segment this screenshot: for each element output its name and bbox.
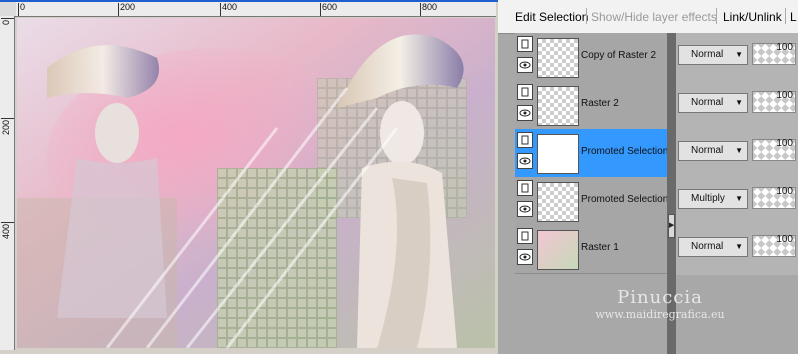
layer-type-icon (517, 84, 533, 100)
ruler-label: 800 (422, 2, 438, 12)
layer-name: Promoted Selection (581, 146, 669, 157)
visibility-eye-icon[interactable] (517, 249, 533, 265)
layer-name: Raster 1 (581, 242, 619, 253)
dropdown-arrow-icon: ▼ (735, 50, 743, 59)
dropdown-arrow-icon: ▼ (735, 98, 743, 107)
layer-name: Raster 2 (581, 98, 619, 109)
layer-type-icon (517, 36, 533, 52)
toolbar-divider (785, 8, 786, 24)
layer-properties-row: Normal ▼ 100 (676, 129, 798, 177)
layer-thumbnail (537, 230, 579, 270)
ruler-label: 0 (1, 20, 11, 26)
dropdown-arrow-icon: ▼ (735, 146, 743, 155)
layer-thumbnail (537, 38, 579, 78)
show-hide-layer-effects-button[interactable]: Show/Hide layer effects (591, 10, 717, 24)
layer-row[interactable]: Raster 1 (515, 225, 667, 274)
ruler-corner (0, 2, 17, 17)
horizontal-ruler[interactable]: 0 200 400 600 800 (16, 2, 496, 17)
layer-row[interactable]: Copy of Raster 2 (515, 33, 667, 82)
opacity-field[interactable]: 100 (752, 90, 796, 113)
ruler-label: 0 (20, 2, 26, 12)
ruler-label: 600 (322, 2, 338, 12)
vertical-ruler[interactable]: 0 200 400 (0, 16, 15, 350)
layer-type-icon (517, 132, 533, 148)
layer-row-selected[interactable]: Promoted Selection (515, 129, 669, 178)
toolbar-overflow-label[interactable]: L (790, 10, 797, 24)
ruler-label: 200 (120, 2, 136, 12)
layers-list: Copy of Raster 2 Raster 2 Promoted Selec… (515, 33, 677, 275)
opacity-field[interactable]: 100 (752, 42, 796, 65)
image-canvas[interactable] (17, 18, 495, 348)
watermark: Pinuccia www.maidiregrafica.eu (590, 287, 730, 321)
blend-mode-dropdown[interactable]: Normal ▼ (678, 141, 748, 161)
layer-type-icon (517, 180, 533, 196)
opacity-field[interactable]: 100 (752, 186, 796, 209)
blend-mode-dropdown[interactable]: Normal ▼ (678, 237, 748, 257)
layers-toolbar: Edit Selection Show/Hide layer effects L… (498, 0, 798, 34)
layer-name: Copy of Raster 2 (581, 50, 657, 61)
canvas-pane: 0 200 400 600 800 0 200 400 (0, 0, 499, 354)
layer-properties-row: Normal ▼ 100 (676, 81, 798, 129)
watermark-name: Pinuccia (617, 287, 703, 308)
blend-mode-dropdown[interactable]: Normal ▼ (678, 93, 748, 113)
visibility-eye-icon[interactable] (517, 105, 533, 121)
artwork-image (17, 18, 495, 348)
ruler-label: 400 (1, 224, 11, 240)
edit-selection-button[interactable]: Edit Selection (515, 10, 588, 24)
dropdown-arrow-icon: ▼ (735, 242, 743, 251)
blend-mode-dropdown[interactable]: Multiply ▼ (678, 189, 748, 209)
layer-thumbnail (537, 182, 579, 222)
dropdown-arrow-icon: ▼ (735, 194, 743, 203)
toolbar-divider (716, 8, 717, 24)
visibility-eye-icon[interactable] (517, 153, 533, 169)
layer-row[interactable]: Promoted Selection 1 (515, 177, 677, 226)
link-unlink-button[interactable]: Link/Unlink (723, 10, 782, 24)
layer-type-icon (517, 228, 533, 244)
watermark-url: www.maidiregrafica.eu (595, 308, 725, 321)
layer-properties-row: Normal ▼ 100 (676, 225, 798, 273)
visibility-eye-icon[interactable] (517, 201, 533, 217)
layer-name: Promoted Selection 1 (581, 194, 677, 205)
visibility-eye-icon[interactable] (517, 57, 533, 73)
opacity-field[interactable]: 100 (752, 138, 796, 161)
layer-thumbnail (537, 134, 579, 174)
ruler-label: 400 (222, 2, 238, 12)
toolbar-divider (586, 8, 587, 24)
opacity-field[interactable]: 100 (752, 234, 796, 257)
layer-properties-row: Normal ▼ 100 (676, 33, 798, 81)
layer-properties-column: Normal ▼ 100 Normal ▼ 100 Normal ▼ 100 Mult… (676, 33, 798, 275)
layer-thumbnail (537, 86, 579, 126)
ruler-label: 200 (1, 120, 11, 136)
layer-properties-row: Multiply ▼ 100 (676, 177, 798, 225)
splitter-arrow-icon[interactable]: ▶ (668, 214, 675, 238)
layer-row[interactable]: Raster 2 (515, 81, 667, 130)
blend-mode-dropdown[interactable]: Normal ▼ (678, 45, 748, 65)
